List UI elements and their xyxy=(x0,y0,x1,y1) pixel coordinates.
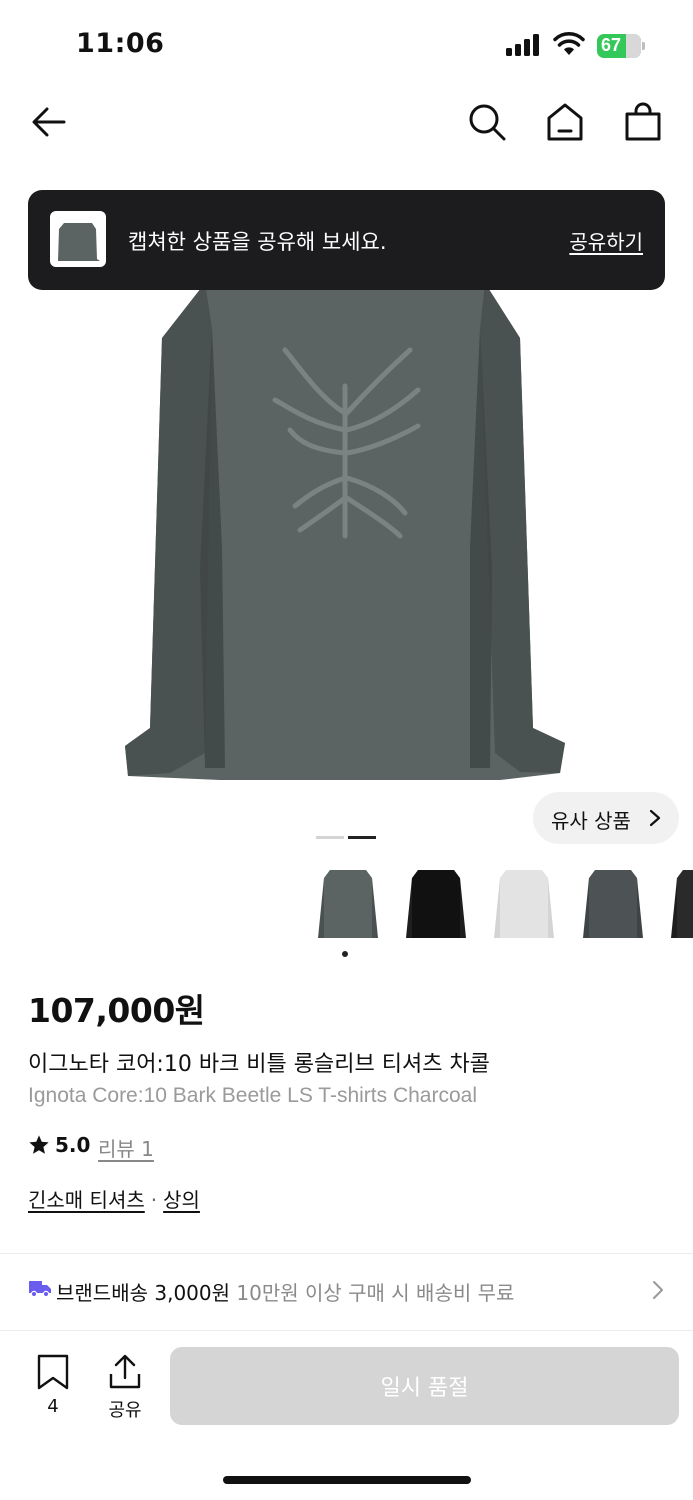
wishlist-count: 4 xyxy=(47,1396,59,1417)
similar-products-button[interactable]: 유사 상품 xyxy=(533,792,679,844)
battery-empty-part xyxy=(626,34,641,58)
wishlist-button[interactable]: 4 xyxy=(30,1354,76,1424)
wifi-icon xyxy=(553,32,585,55)
delivery-free-note: 10만원 이상 구매 시 배송비 무료 xyxy=(236,1281,515,1305)
share-icon xyxy=(109,1354,141,1389)
gallery-indicator-2 xyxy=(348,836,376,839)
status-time: 11:06 xyxy=(76,28,165,59)
selected-swatch-dot xyxy=(342,951,348,957)
battery-percent: 67 xyxy=(601,35,622,55)
share-label: 공유 xyxy=(108,1400,142,1421)
color-swatch-light-gray[interactable] xyxy=(488,864,560,946)
color-swatch-charcoal[interactable] xyxy=(312,864,384,946)
toast-product-thumbnail xyxy=(50,211,106,267)
status-bar: 11:06 67 xyxy=(0,0,693,90)
color-swatch-black[interactable] xyxy=(400,864,472,946)
search-icon[interactable] xyxy=(465,100,509,144)
home-icon[interactable] xyxy=(543,100,587,144)
battery-icon: 67 xyxy=(597,34,645,58)
review-link[interactable]: 리뷰 1 xyxy=(98,1133,154,1162)
chevron-right-icon xyxy=(653,1281,663,1299)
gallery-indicator-1 xyxy=(316,836,344,839)
signal-icon xyxy=(506,34,539,56)
soldout-label: 일시 품절 xyxy=(380,1376,469,1401)
similar-products-label: 유사 상품 xyxy=(551,809,631,833)
category-link-long-sleeve[interactable]: 긴소매 티셔츠 xyxy=(28,1188,145,1212)
toast-share-link[interactable]: 공유하기 xyxy=(569,226,643,255)
toast-message: 캡쳐한 상품을 공유해 보세요. xyxy=(128,230,387,254)
bookmark-icon xyxy=(37,1354,69,1390)
home-indicator xyxy=(223,1476,471,1484)
color-swatch-black-2[interactable] xyxy=(665,864,693,946)
product-name-en: Ignota Core:10 Bark Beetle LS T-shirts C… xyxy=(28,1084,478,1107)
rating-value: 5.0 xyxy=(55,1133,91,1157)
category-separator: · xyxy=(150,1188,158,1212)
delivery-fee-label: 브랜드배송 3,000원 xyxy=(56,1281,231,1305)
divider xyxy=(0,1330,693,1331)
product-price: 107,000원 xyxy=(28,991,205,1030)
truck-icon xyxy=(29,1281,51,1298)
soldout-button[interactable]: 일시 품절 xyxy=(170,1347,679,1425)
share-button[interactable]: 공유 xyxy=(100,1354,150,1424)
product-name-ko: 이그노타 코어:10 바크 비틀 롱슬리브 티셔츠 차콜 xyxy=(28,1052,490,1077)
chevron-right-icon xyxy=(649,809,661,827)
cart-icon[interactable] xyxy=(621,100,665,144)
category-breadcrumb: 긴소매 티셔츠 · 상의 xyxy=(28,1184,200,1213)
back-arrow-icon[interactable] xyxy=(28,100,72,144)
star-icon xyxy=(29,1135,49,1154)
divider xyxy=(0,1253,693,1254)
category-link-tops[interactable]: 상의 xyxy=(163,1188,200,1212)
color-swatch-dark-gray[interactable] xyxy=(577,864,649,946)
delivery-info-row[interactable]: 브랜드배송 3,000원 10만원 이상 구매 시 배송비 무료 xyxy=(28,1268,670,1312)
share-toast: 캡쳐한 상품을 공유해 보세요. 공유하기 xyxy=(28,190,665,290)
